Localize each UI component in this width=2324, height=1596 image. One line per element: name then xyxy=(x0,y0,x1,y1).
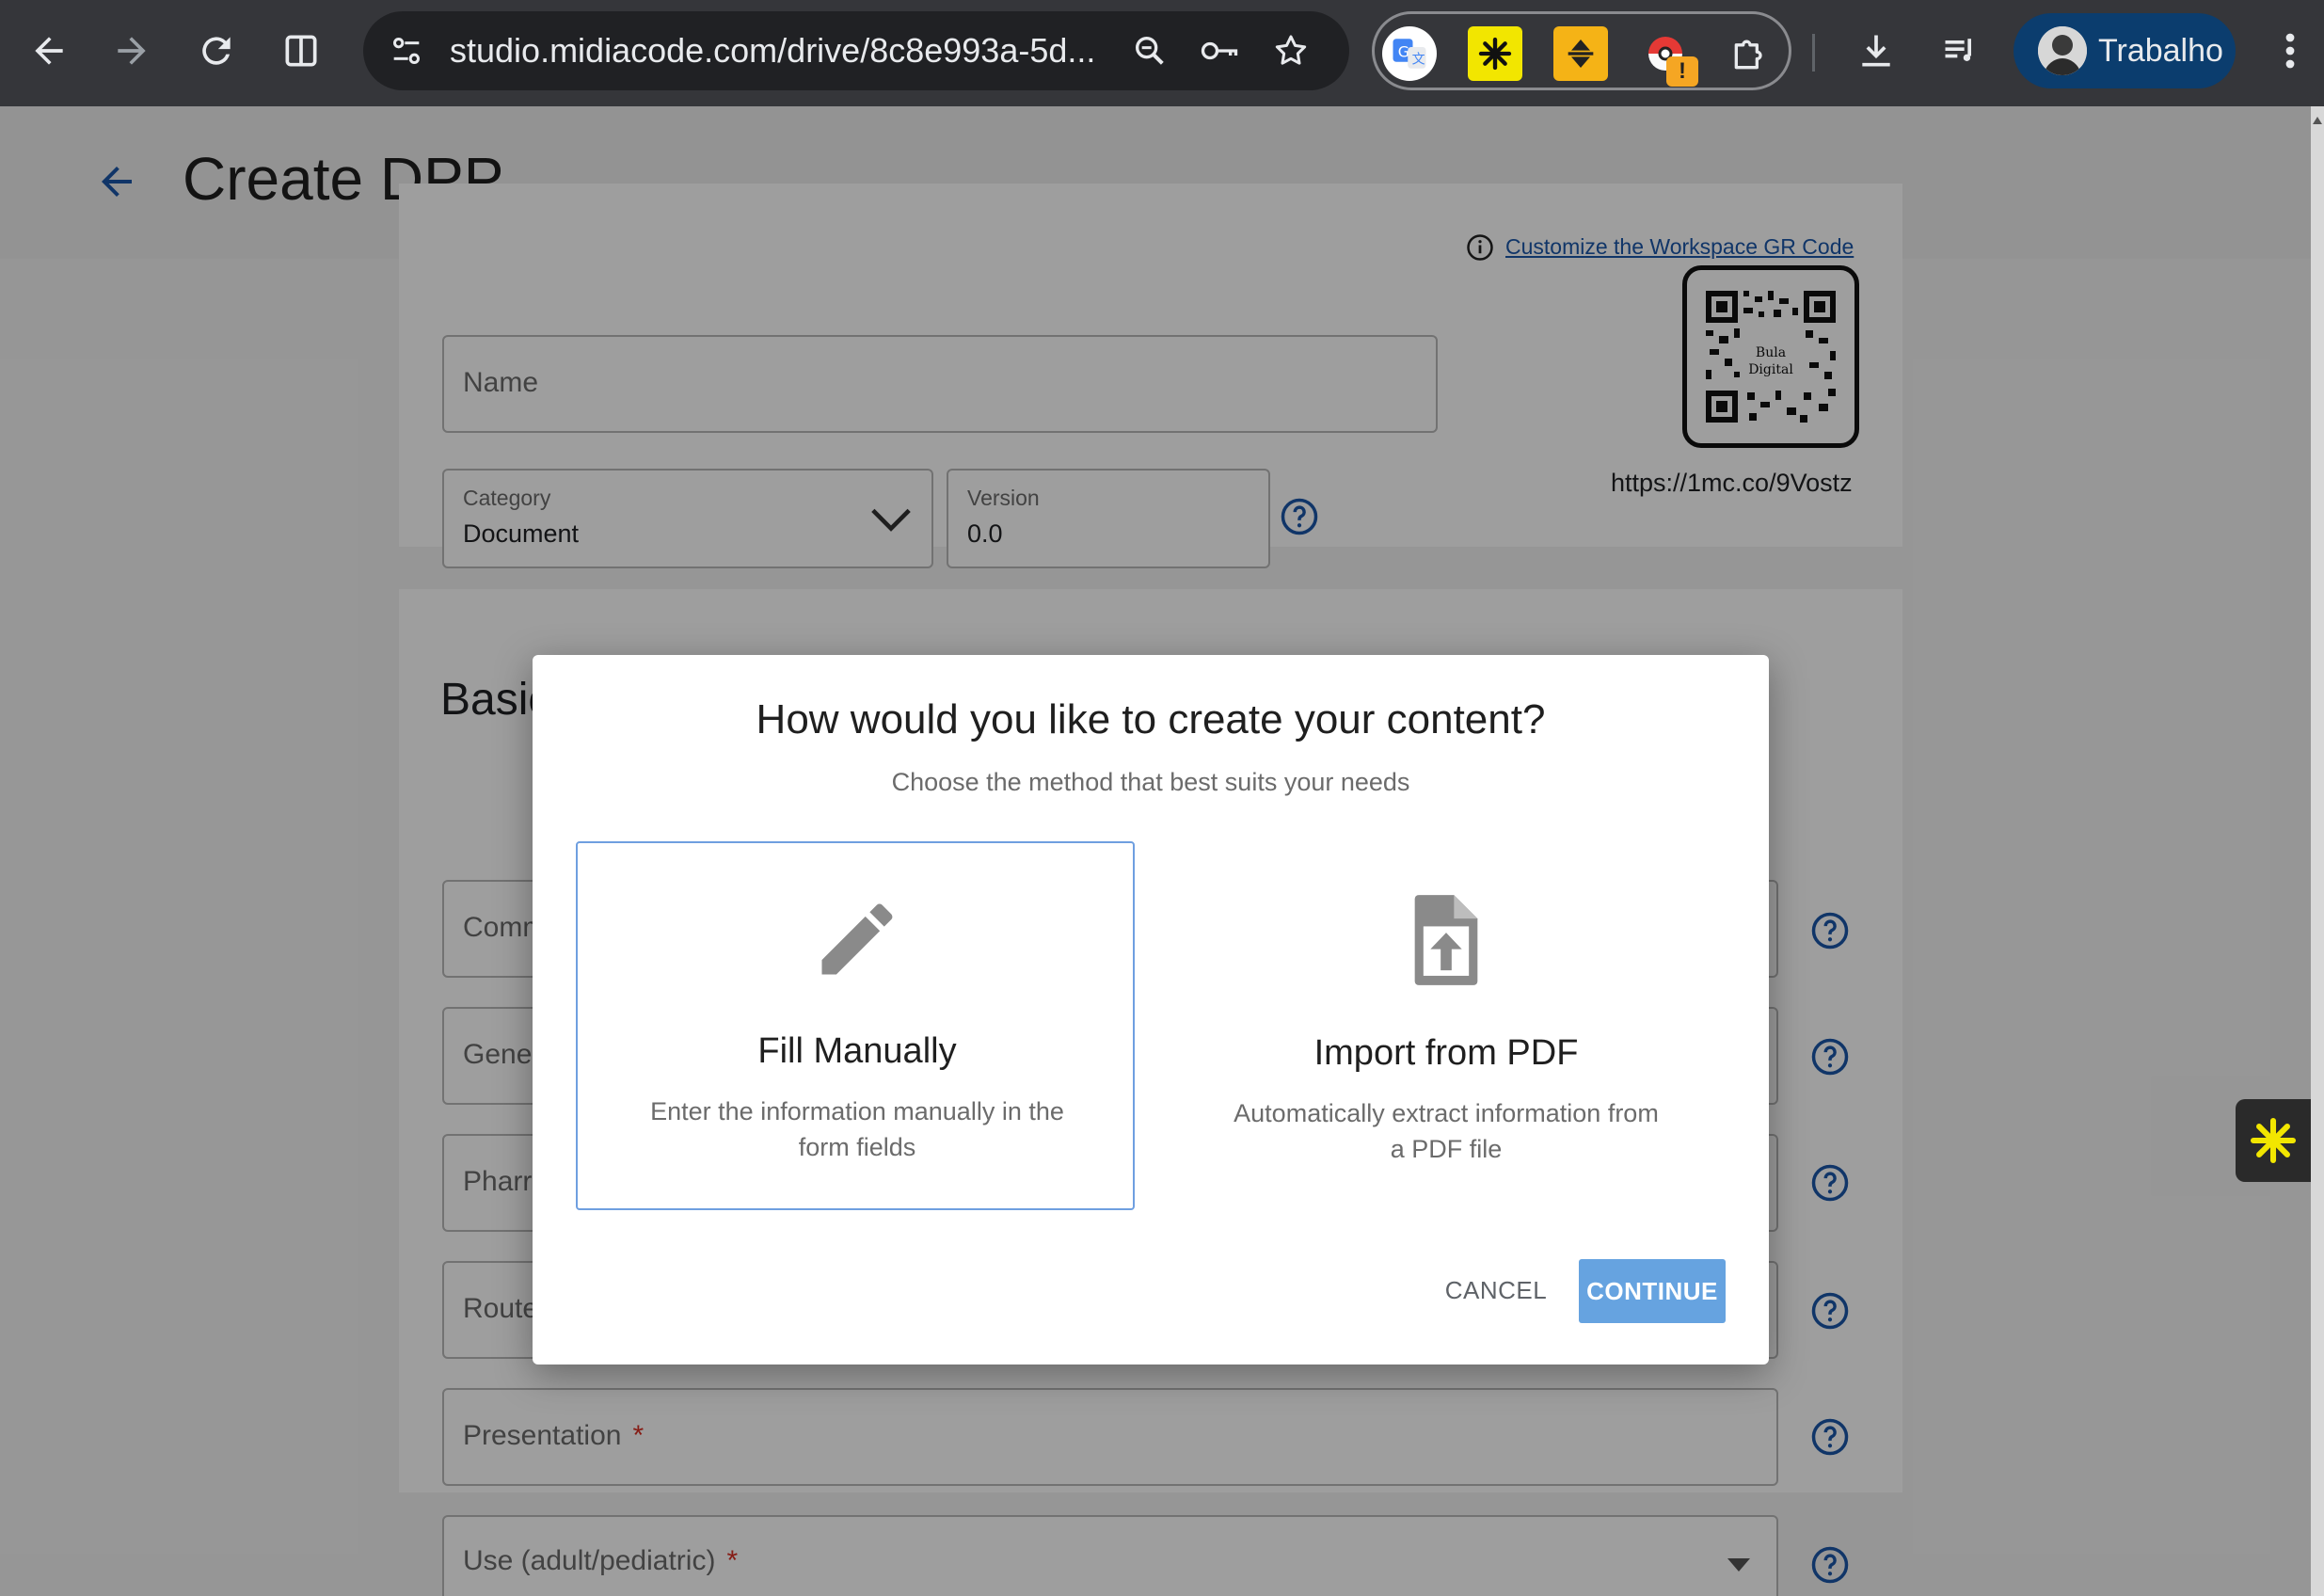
warning-badge: ! xyxy=(1666,56,1698,87)
toolbar-divider xyxy=(1812,34,1815,72)
scrollbar[interactable] xyxy=(2311,106,2324,1596)
tune-icon[interactable] xyxy=(384,28,429,73)
address-bar[interactable]: studio.midiacode.com/drive/8c8e993a-5d..… xyxy=(363,11,1349,90)
asterisk-extension-icon[interactable] xyxy=(1468,26,1522,81)
media-queue-button[interactable] xyxy=(1931,21,1991,81)
split-view-button[interactable] xyxy=(271,21,331,81)
google-translate-icon[interactable]: G文 xyxy=(1382,26,1437,81)
downloads-button[interactable] xyxy=(1846,21,1906,81)
option-import-pdf[interactable]: Import from PDF Automatically extract in… xyxy=(1167,841,1726,1210)
create-method-dialog: How would you like to create your conten… xyxy=(533,655,1769,1365)
scroll-up-icon[interactable] xyxy=(2313,117,2322,124)
zoom-icon[interactable] xyxy=(1127,28,1172,73)
download-icon xyxy=(1862,35,1890,67)
pokeball-extension-icon[interactable]: ! xyxy=(1638,26,1698,87)
cancel-button[interactable]: CANCEL xyxy=(1440,1259,1552,1321)
svg-text:G: G xyxy=(1398,43,1409,61)
file-upload-icon xyxy=(1414,895,1478,985)
puzzle-extension-icon[interactable] xyxy=(1723,26,1777,81)
svg-text:文: 文 xyxy=(1412,53,1425,68)
reload-button[interactable] xyxy=(186,21,247,81)
dialog-title: How would you like to create your conten… xyxy=(756,696,1546,742)
continue-button[interactable]: CONTINUE xyxy=(1579,1259,1726,1323)
profile-name: Trabalho xyxy=(2098,33,2223,69)
option-title: Fill Manually xyxy=(757,1031,957,1071)
browser-toolbar: studio.midiacode.com/drive/8c8e993a-5d..… xyxy=(0,0,2324,106)
media-queue-icon xyxy=(1945,39,1971,61)
kebab-menu-icon[interactable] xyxy=(2268,23,2313,79)
back-arrow-icon xyxy=(35,37,63,65)
asterisk-icon xyxy=(2250,1117,2297,1164)
option-description: Automatically extract information from a… xyxy=(1234,1099,1659,1163)
option-title: Import from PDF xyxy=(1313,1033,1579,1073)
split-view-icon xyxy=(285,35,317,67)
pencil-icon xyxy=(821,903,893,975)
dialog-subtitle: Choose the method that best suits your n… xyxy=(891,768,1410,796)
star-icon[interactable] xyxy=(1268,28,1313,73)
extensions-group: G文 ! xyxy=(1372,11,1791,90)
back-button[interactable] xyxy=(19,21,79,81)
avatar xyxy=(2038,26,2087,75)
forward-button[interactable] xyxy=(102,21,162,81)
forward-arrow-icon xyxy=(118,37,146,65)
asterisk-extension-widget[interactable] xyxy=(2236,1099,2311,1182)
option-fill-manually[interactable]: Fill Manually Enter the information manu… xyxy=(576,841,1135,1210)
sort-extension-icon[interactable] xyxy=(1553,26,1608,81)
key-icon[interactable] xyxy=(1197,28,1242,73)
option-description: Enter the information manually in the fo… xyxy=(650,1097,1064,1161)
profile-chip[interactable]: Trabalho xyxy=(2014,13,2236,88)
reload-icon xyxy=(202,37,231,65)
